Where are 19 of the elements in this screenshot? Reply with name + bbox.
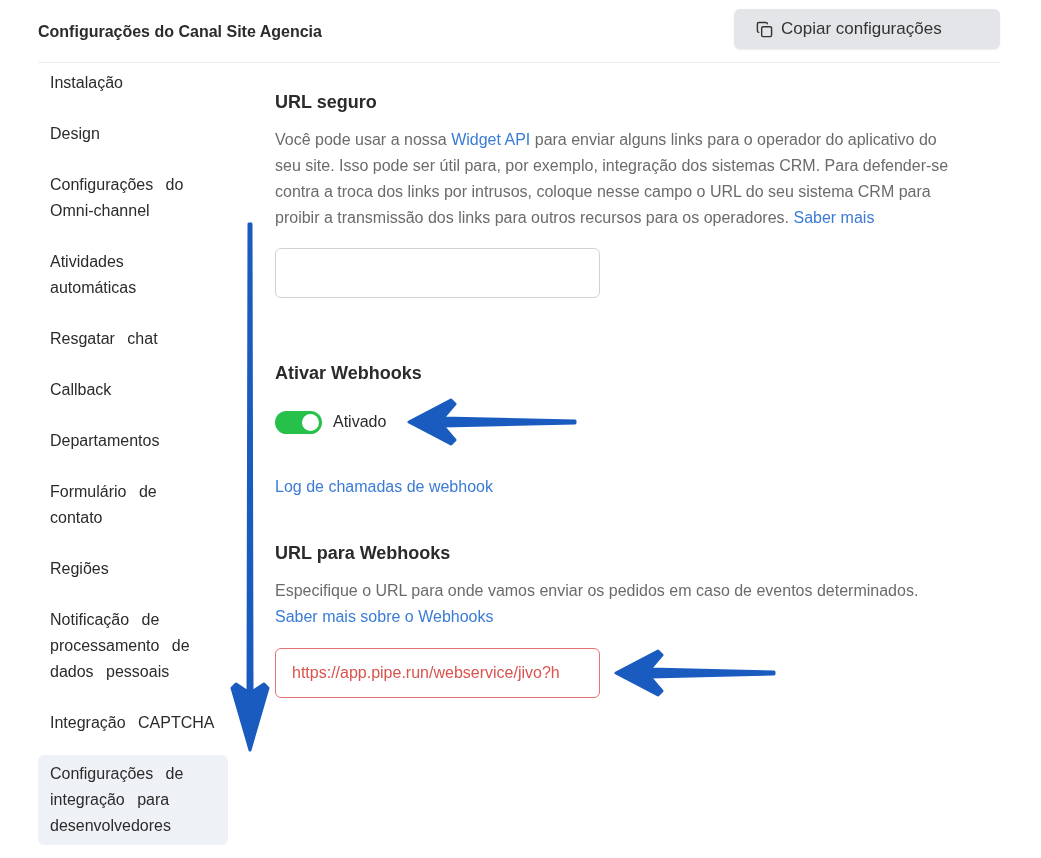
link[interactable]: Saber mais sobre o Webhooks: [275, 608, 494, 625]
url-field[interactable]: https://app.pipe.run/webservice/jivo?h: [275, 648, 600, 698]
description-text: Você pode usar a nossa Widget API para enviar alguns links para o operador do aplicativo do seu site. Isso pode ser útil para, por exemplo, integração dos sistemas CRM. Para defender-se contra a troca dos links por intrusos, coloque nesse campo o URL do seu sistema CRM para proibir a transmissão dos links para outros recursos para os operadores. Saber mais: [275, 130, 950, 228]
page-title: Configurações do Canal Site Agencia: [38, 23, 322, 41]
copy-settings-button[interactable]: Copiar configurações: [734, 9, 1000, 49]
webhook-log-link[interactable]: Log de chamadas de webhook: [275, 478, 493, 496]
link[interactable]: Saber mais: [793, 209, 875, 226]
arrow-icon: [407, 396, 578, 448]
link[interactable]: Widget API: [451, 131, 531, 148]
arrow-icon: [614, 647, 776, 699]
toggle-label: Ativado: [333, 413, 387, 431]
url-field[interactable]: [275, 248, 600, 298]
section-title: URL para Webhooks: [275, 542, 451, 565]
toggle-switch[interactable]: [275, 410, 322, 434]
section-title: Ativar Webhooks: [275, 362, 422, 385]
section-title: URL seguro: [275, 91, 377, 114]
copy-icon: [756, 20, 773, 38]
sidebar-item[interactable]: Configurações de integração para desenvolvedores: [38, 755, 228, 845]
description-text: Especifique o URL para onde vamos enviar os pedidos em caso de eventos determinados. Saber mais sobre o Webhooks: [275, 581, 920, 627]
